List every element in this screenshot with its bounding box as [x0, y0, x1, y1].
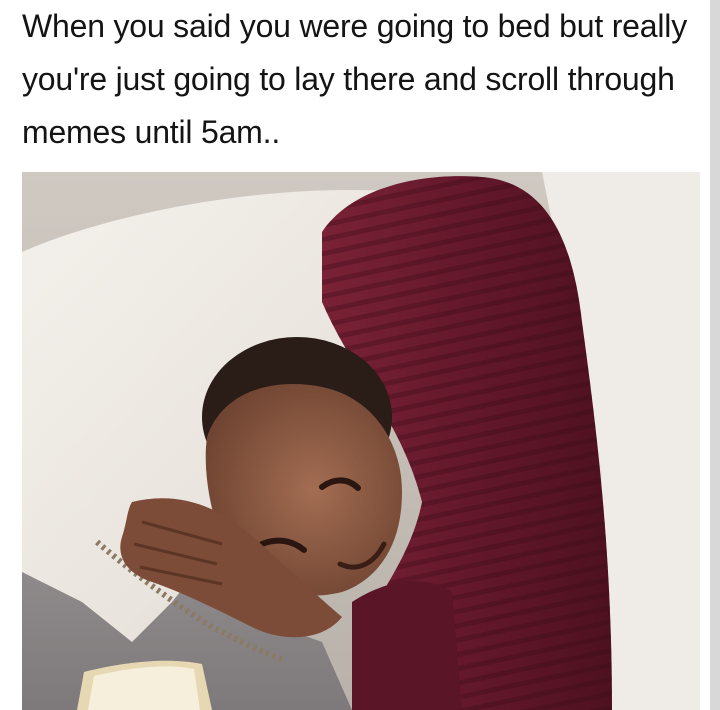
meme-caption: When you said you were going to bed but …: [22, 8, 687, 150]
meme-post: When you said you were going to bed but …: [0, 0, 720, 710]
robe-sleeve: [352, 581, 462, 710]
page-edge: [710, 0, 720, 710]
meme-photo: [22, 172, 700, 710]
photo-illustration: [22, 172, 700, 710]
